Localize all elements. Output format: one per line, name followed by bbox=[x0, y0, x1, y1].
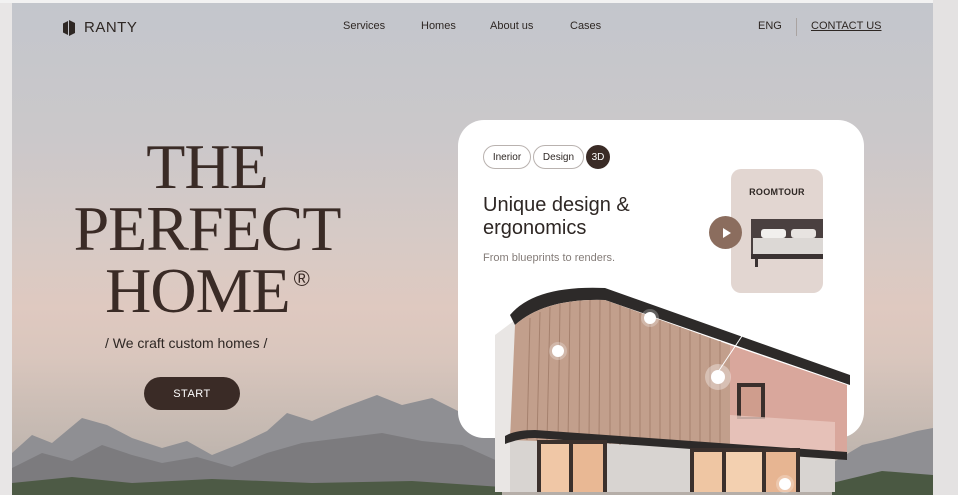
brand-name: RANTY bbox=[84, 19, 138, 36]
bed-preview-image bbox=[751, 219, 823, 267]
nav-link-cases[interactable]: Cases bbox=[570, 20, 601, 32]
chip-design[interactable]: Design bbox=[533, 145, 584, 169]
language-switcher[interactable]: ENG bbox=[758, 20, 782, 32]
chip-3d[interactable]: 3D bbox=[586, 145, 610, 169]
card-subtitle: From blueprints to renders. bbox=[483, 252, 616, 264]
roomtour-thumbnail[interactable]: ROOMTOUR bbox=[731, 169, 823, 293]
hotspot-marker[interactable] bbox=[552, 345, 564, 357]
header-divider bbox=[796, 18, 797, 36]
hero-headline: THE PERFECT HOME ® bbox=[62, 131, 352, 336]
registered-mark: ® bbox=[293, 266, 310, 291]
nav-link-services[interactable]: Services bbox=[343, 20, 385, 32]
play-button[interactable] bbox=[709, 216, 742, 249]
window-right-edge bbox=[933, 0, 958, 495]
card-title: Unique design & ergonomics bbox=[483, 194, 630, 239]
start-button[interactable]: START bbox=[144, 377, 240, 410]
hotspot-marker-active[interactable] bbox=[711, 370, 725, 384]
house-3d-model-image bbox=[495, 287, 850, 492]
nav-link-homes[interactable]: Homes bbox=[421, 20, 456, 32]
contact-us-link[interactable]: CONTACT US bbox=[811, 20, 882, 32]
nav-link-about-us[interactable]: About us bbox=[490, 20, 533, 32]
chip-interior[interactable]: Inerior bbox=[483, 145, 531, 169]
play-icon bbox=[722, 227, 731, 238]
hotspot-marker[interactable] bbox=[644, 312, 656, 324]
brand-logo[interactable]: RANTY bbox=[62, 19, 137, 36]
hero-tagline: / We craft custom homes / bbox=[105, 335, 268, 351]
hero-headline-line-3: HOME bbox=[105, 255, 290, 326]
hero-headline-line-2: PERFECT bbox=[73, 193, 342, 264]
hotspot-marker[interactable] bbox=[779, 478, 791, 490]
hero-headline-line-1: THE bbox=[146, 131, 268, 202]
roomtour-label: ROOMTOUR bbox=[749, 187, 805, 197]
logo-mark-icon bbox=[63, 19, 75, 36]
